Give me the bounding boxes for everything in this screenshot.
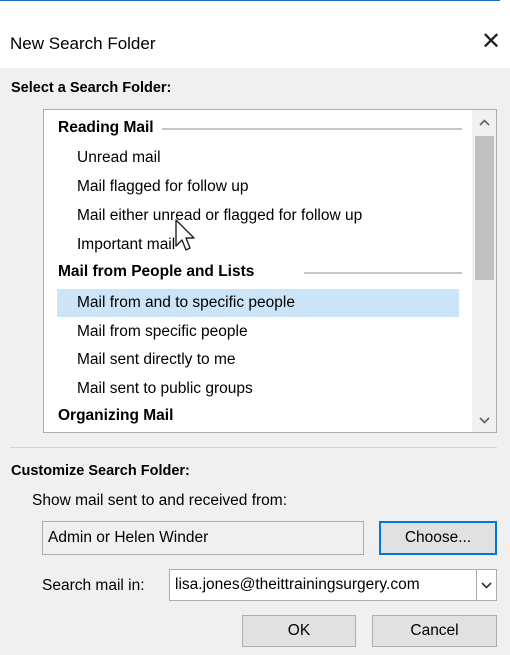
list-item-flagged-mail[interactable]: Mail flagged for follow up xyxy=(77,173,248,201)
list-item-from-people[interactable]: Mail from specific people xyxy=(77,318,248,346)
search-in-label: Search mail in: xyxy=(42,577,145,594)
close-icon[interactable]: ✕ xyxy=(478,28,504,55)
group-header-reading-mail: Reading Mail xyxy=(58,119,154,136)
ok-button[interactable]: OK xyxy=(242,615,356,647)
cancel-button[interactable]: Cancel xyxy=(372,615,497,647)
window-top-border xyxy=(0,0,500,1)
group-header-people-lists: Mail from People and Lists xyxy=(58,263,255,280)
chevron-down-icon[interactable] xyxy=(476,569,497,601)
list-item-public-groups[interactable]: Mail sent to public groups xyxy=(77,375,253,403)
group-header-organizing-mail: Organizing Mail xyxy=(58,407,174,424)
customize-label: Customize Search Folder: xyxy=(11,463,190,479)
select-folder-label: Select a Search Folder: xyxy=(11,80,172,96)
chevron-down-icon[interactable] xyxy=(472,408,496,432)
group-divider xyxy=(162,128,462,130)
group-divider xyxy=(304,272,462,274)
choose-button[interactable]: Choose... xyxy=(379,521,497,555)
chevron-up-icon[interactable] xyxy=(472,110,496,134)
list-scrollbar[interactable] xyxy=(472,110,496,432)
search-folder-list[interactable]: Reading Mail Unread mail Mail flagged fo… xyxy=(43,109,497,433)
section-divider xyxy=(10,447,497,448)
list-item-from-and-to-people[interactable]: Mail from and to specific people xyxy=(57,289,459,317)
scrollbar-thumb[interactable] xyxy=(475,136,494,280)
list-item-unread-mail[interactable]: Unread mail xyxy=(77,144,161,172)
people-field: Admin or Helen Winder xyxy=(42,521,364,555)
mouse-pointer-icon xyxy=(174,218,198,254)
dialog-title: New Search Folder xyxy=(10,34,156,53)
search-in-combo[interactable]: lisa.jones@theittrainingsurgery.com xyxy=(169,569,477,601)
list-item-important-mail[interactable]: Important mail xyxy=(77,231,175,259)
list-item-sent-directly[interactable]: Mail sent directly to me xyxy=(77,346,236,374)
list-item-unread-or-flagged[interactable]: Mail either unread or flagged for follow… xyxy=(77,202,362,230)
show-mail-label: Show mail sent to and received from: xyxy=(32,492,288,509)
